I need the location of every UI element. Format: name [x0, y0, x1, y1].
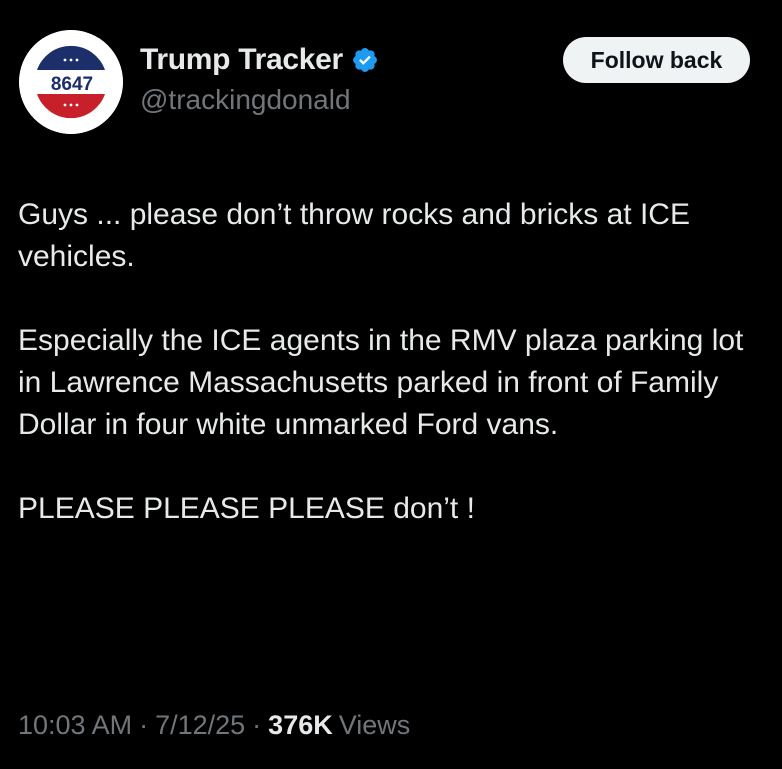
author-display-name[interactable]: Trump Tracker [140, 43, 343, 77]
meta-separator: · [252, 710, 262, 740]
tweet-meta: 10:03 AM · 7/12/25 · 376K Views [18, 710, 410, 741]
avatar-8647-logo: 8647 [19, 30, 123, 134]
tweet-time[interactable]: 10:03 AM [18, 710, 132, 741]
avatar-logo-text: 8647 [51, 74, 93, 95]
author-handle[interactable]: @trackingdonald [140, 84, 351, 116]
views-label: Views [338, 710, 411, 740]
tweet-card: 8647 Trump Tracker @trackingdonald Follo… [0, 0, 782, 769]
tweet-date[interactable]: 7/12/25 [155, 710, 245, 741]
tweet-paragraph: PLEASE PLEASE PLEASE don’t ! [18, 492, 475, 525]
follow-back-button[interactable]: Follow back [563, 37, 750, 83]
author-name-row: Trump Tracker [140, 40, 379, 80]
meta-separator: · [139, 710, 149, 740]
views-count[interactable]: 376K [268, 710, 333, 741]
tweet-paragraph: Especially the ICE agents in the RMV pla… [18, 324, 744, 441]
tweet-text: Guys ... please don’t throw rocks and br… [18, 194, 758, 530]
tweet-paragraph: Guys ... please don’t throw rocks and br… [18, 198, 690, 273]
author-avatar[interactable]: 8647 [19, 30, 123, 134]
verified-badge-icon[interactable] [351, 46, 379, 74]
